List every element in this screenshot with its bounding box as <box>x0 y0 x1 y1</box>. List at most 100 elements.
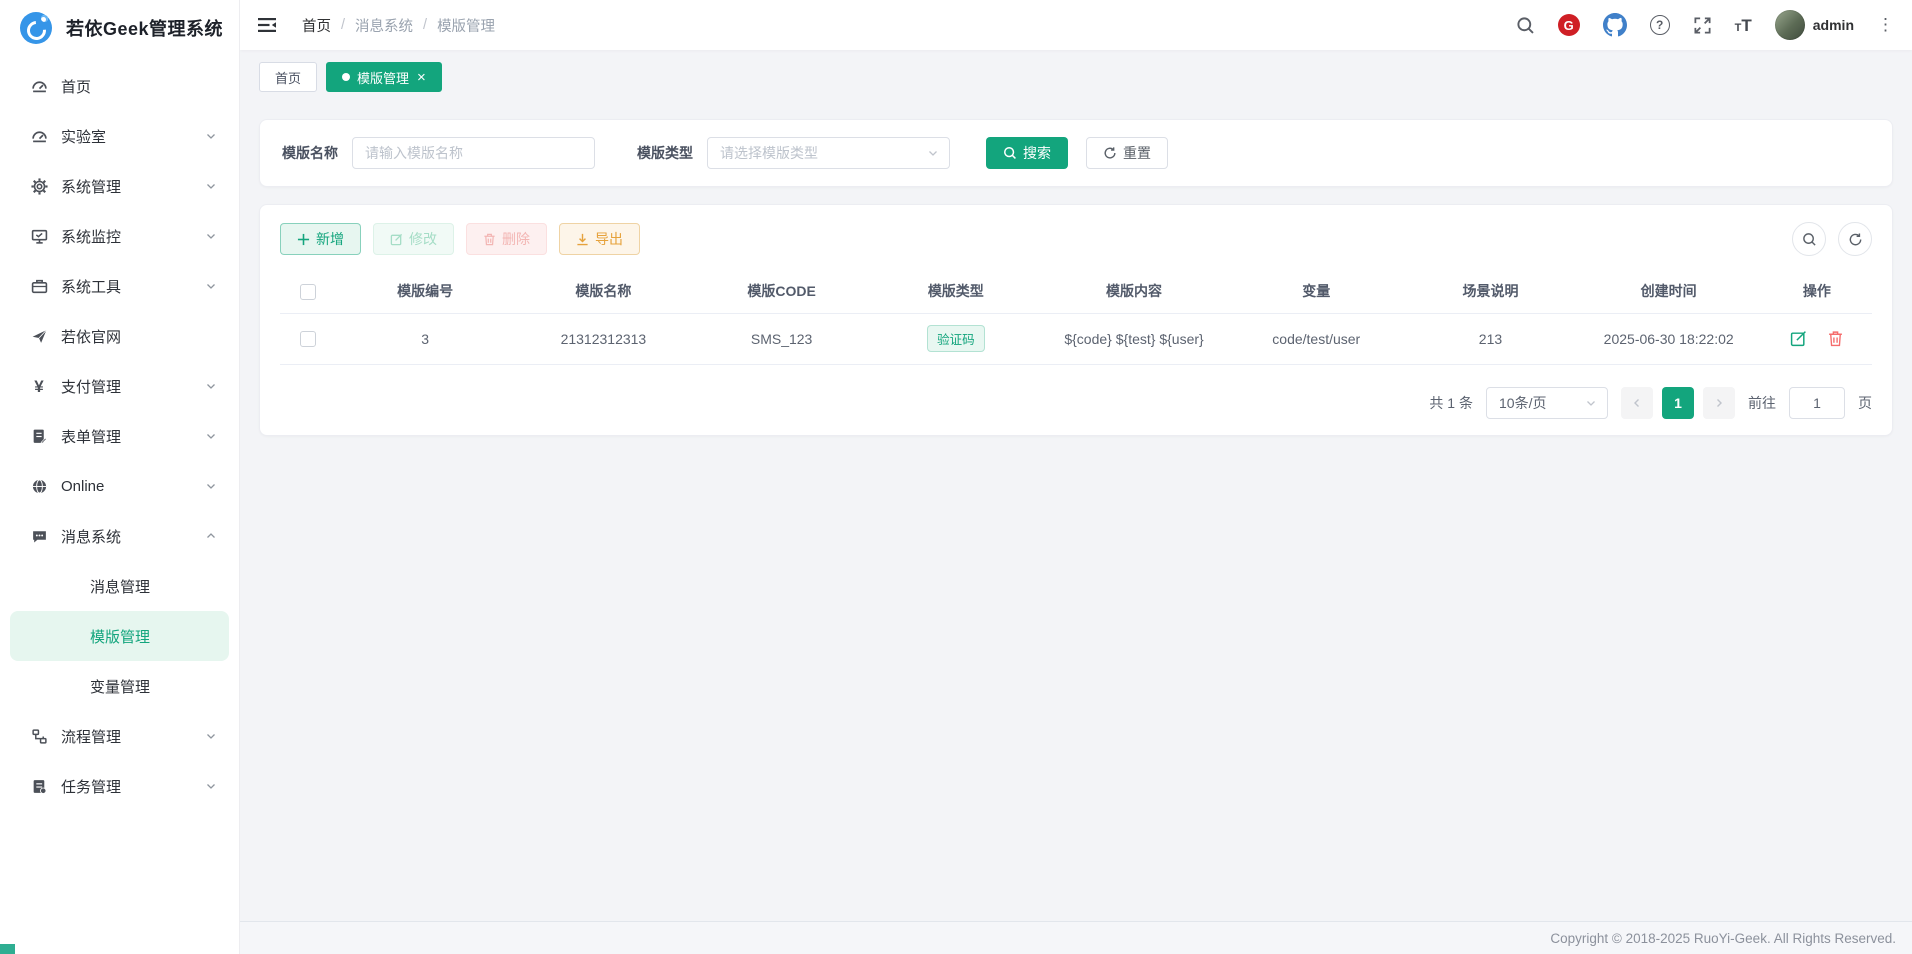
sidebar-item-label: 表单管理 <box>61 426 205 447</box>
gitee-icon[interactable]: G <box>1558 14 1580 36</box>
cell-template-name: 21312312313 <box>514 313 692 364</box>
delete-button[interactable]: 删除 <box>466 223 547 255</box>
pager: 1 <box>1621 387 1735 419</box>
sidebar-item-tasks[interactable]: 任务管理 <box>0 761 239 811</box>
breadcrumb-item-message-system: 消息系统 <box>355 15 413 36</box>
goto-label: 前往 <box>1748 393 1776 413</box>
template-type-select[interactable]: 请选择模版类型 <box>707 137 950 169</box>
reset-button[interactable]: 重置 <box>1086 137 1168 169</box>
col-template-id: 模版编号 <box>336 270 514 313</box>
sidebar-subitem-template-manage[interactable]: 模版管理 <box>10 611 229 661</box>
font-size-icon[interactable]: TT <box>1735 17 1752 34</box>
globe-icon <box>30 477 48 495</box>
sidebar-item-payment[interactable]: ¥ 支付管理 <box>0 361 239 411</box>
show-search-icon[interactable] <box>1792 222 1826 256</box>
active-dot-icon <box>342 73 350 81</box>
sidebar-item-official-site[interactable]: 若依官网 <box>0 311 239 361</box>
sidebar-item-system-tools[interactable]: 系统工具 <box>0 261 239 311</box>
sidebar-item-forms[interactable]: 表单管理 <box>0 411 239 461</box>
sidebar-item-system-manage[interactable]: 系统管理 <box>0 161 239 211</box>
sidebar-scrollbar-corner <box>0 944 15 954</box>
github-icon[interactable] <box>1603 13 1627 37</box>
row-checkbox[interactable] <box>300 331 316 347</box>
app-logo-row[interactable]: 若依Geek管理系统 <box>0 0 239 56</box>
tab-home[interactable]: 首页 <box>259 62 317 92</box>
edit-button[interactable]: 修改 <box>373 223 454 255</box>
template-name-input[interactable] <box>352 137 595 169</box>
status-badge: 验证码 <box>927 325 985 352</box>
template-name-label: 模版名称 <box>282 143 338 163</box>
add-button[interactable]: 新增 <box>280 223 361 255</box>
col-scene: 场景说明 <box>1405 270 1575 313</box>
sidebar-item-system-monitor[interactable]: 系统监控 <box>0 211 239 261</box>
fullscreen-icon[interactable] <box>1693 16 1712 35</box>
sidebar-item-label: 首页 <box>61 76 217 97</box>
tab-label: 首页 <box>275 68 301 87</box>
help-icon[interactable]: ? <box>1650 15 1670 35</box>
username: admin <box>1813 17 1854 33</box>
select-placeholder: 请选择模版类型 <box>720 143 818 163</box>
row-edit-icon[interactable] <box>1790 330 1807 347</box>
export-button[interactable]: 导出 <box>559 223 640 255</box>
goto-page-input[interactable] <box>1789 387 1845 419</box>
flow-icon <box>30 727 48 745</box>
message-icon <box>30 527 48 545</box>
search-form-card: 模版名称 模版类型 请选择模版类型 搜索 重置 <box>259 119 1893 187</box>
yen-icon: ¥ <box>30 377 48 395</box>
tab-template-manage[interactable]: 模版管理 × <box>326 62 442 92</box>
sidebar-menu: 首页 实验室 系统管理 系统监控 系统 <box>0 56 239 811</box>
sidebar-item-lab[interactable]: 实验室 <box>0 111 239 161</box>
breadcrumb-item-home[interactable]: 首页 <box>302 15 331 36</box>
sidebar-item-label: Online <box>61 478 205 495</box>
sidebar-item-online[interactable]: Online <box>0 461 239 511</box>
col-actions: 操作 <box>1762 270 1872 313</box>
sidebar-item-label: 实验室 <box>61 126 205 147</box>
sidebar-item-label: 系统监控 <box>61 226 205 247</box>
sidebar: 若依Geek管理系统 首页 实验室 系统管理 系统 <box>0 0 240 954</box>
paper-plane-icon <box>30 327 48 345</box>
refresh-icon[interactable] <box>1838 222 1872 256</box>
search-icon[interactable] <box>1516 16 1535 35</box>
tags-view: 首页 模版管理 × <box>240 50 1912 92</box>
sidebar-item-home[interactable]: 首页 <box>0 61 239 111</box>
chevron-down-icon <box>205 780 217 792</box>
search-button[interactable]: 搜索 <box>986 137 1068 169</box>
breadcrumb-separator: / <box>341 17 345 33</box>
select-all-checkbox[interactable] <box>300 284 316 300</box>
cell-scene: 213 <box>1405 313 1575 364</box>
prev-page-button[interactable] <box>1621 387 1653 419</box>
sidebar-item-label: 消息系统 <box>61 526 205 547</box>
sidebar-collapse-icon[interactable] <box>258 15 280 35</box>
col-template-content: 模版内容 <box>1041 270 1227 313</box>
breadcrumb-separator: / <box>423 17 427 33</box>
app-title: 若依Geek管理系统 <box>66 15 223 41</box>
user-menu[interactable]: admin <box>1775 10 1854 40</box>
sidebar-item-label: 流程管理 <box>61 726 205 747</box>
copyright-text: Copyright © 2018-2025 RuoYi-Geek. All Ri… <box>1550 931 1896 946</box>
dashboard-icon <box>30 77 48 95</box>
next-page-button[interactable] <box>1703 387 1735 419</box>
page-unit-label: 页 <box>1858 393 1872 413</box>
gauge-icon <box>30 127 48 145</box>
close-icon[interactable]: × <box>417 70 426 85</box>
toolbox-icon <box>30 277 48 295</box>
cell-template-id: 3 <box>336 313 514 364</box>
page-number-button[interactable]: 1 <box>1662 387 1694 419</box>
pagination-total: 共 1 条 <box>1429 393 1473 413</box>
chevron-down-icon <box>205 430 217 442</box>
top-navbar: 首页 / 消息系统 / 模版管理 G ? TT admin <box>240 0 1912 50</box>
row-delete-icon[interactable] <box>1827 330 1844 347</box>
chevron-down-icon <box>205 730 217 742</box>
navbar-actions: G ? TT admin ⋮ <box>1516 10 1894 40</box>
sidebar-subitem-label: 消息管理 <box>90 576 150 597</box>
sidebar-subitem-variable-manage[interactable]: 变量管理 <box>10 661 229 711</box>
sidebar-item-workflow[interactable]: 流程管理 <box>0 711 239 761</box>
sidebar-subitem-message-manage[interactable]: 消息管理 <box>10 561 229 611</box>
cell-template-content: ${code} ${test} ${user} <box>1041 313 1227 364</box>
chevron-down-icon <box>205 230 217 242</box>
page-size-select[interactable]: 10条/页 <box>1486 387 1608 419</box>
chevron-down-icon <box>205 180 217 192</box>
more-options-icon[interactable]: ⋮ <box>1877 15 1894 35</box>
page-content: 模版名称 模版类型 请选择模版类型 搜索 重置 <box>240 92 1912 921</box>
sidebar-item-message-system[interactable]: 消息系统 <box>0 511 239 561</box>
